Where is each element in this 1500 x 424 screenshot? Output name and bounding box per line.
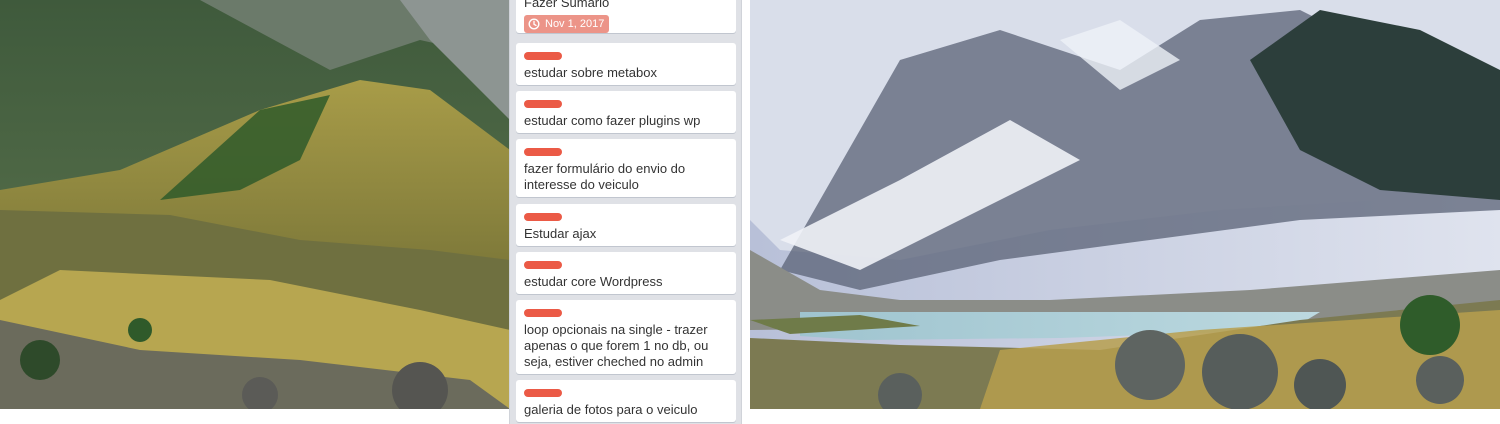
board-background — [0, 0, 1500, 409]
red-label[interactable] — [524, 389, 562, 397]
red-label[interactable] — [524, 52, 562, 60]
clock-icon — [528, 18, 540, 30]
card-title: estudar core Wordpress — [524, 274, 663, 289]
card-title: estudar sobre metabox — [524, 65, 657, 80]
due-date-badge[interactable]: Nov 1, 2017 — [524, 15, 610, 33]
card-galeria-fotos[interactable]: galeria de fotos para o veiculo — [516, 380, 736, 422]
card-title: loop opcionais na single - trazer apenas… — [524, 322, 709, 369]
mountain-landscape-image — [0, 0, 1500, 409]
card-estudar-sobre-metabox[interactable]: estudar sobre metabox — [516, 43, 736, 85]
red-label[interactable] — [524, 309, 562, 317]
card-title: Fazer Sumário — [524, 0, 610, 10]
card-title: fazer formulário do envio do interesse d… — [524, 161, 686, 192]
card-estudar-core-wordpress[interactable]: estudar core Wordpress — [516, 252, 736, 294]
card-title: Estudar ajax — [524, 226, 597, 241]
red-label[interactable] — [524, 148, 562, 156]
card-estudar-plugins-wp[interactable]: estudar como fazer plugins wp — [516, 91, 736, 133]
red-label[interactable] — [524, 261, 562, 269]
card-estudar-ajax[interactable]: Estudar ajax — [516, 204, 736, 246]
card-title: galeria de fotos para o veiculo — [524, 402, 698, 417]
card-formulario-envio-interesse[interactable]: fazer formulário do envio do interesse d… — [516, 139, 736, 197]
red-label[interactable] — [524, 213, 562, 221]
card-list-column: Fazer Sumário Nov 1, 2017 estudar sobre … — [509, 0, 742, 424]
due-date-text: Nov 1, 2017 — [545, 18, 605, 30]
card-fazer-sumario[interactable]: Fazer Sumário Nov 1, 2017 — [516, 0, 736, 33]
card-title: estudar como fazer plugins wp — [524, 113, 701, 128]
red-label[interactable] — [524, 100, 562, 108]
card-loop-opcionais[interactable]: loop opcionais na single - trazer apenas… — [516, 300, 736, 374]
